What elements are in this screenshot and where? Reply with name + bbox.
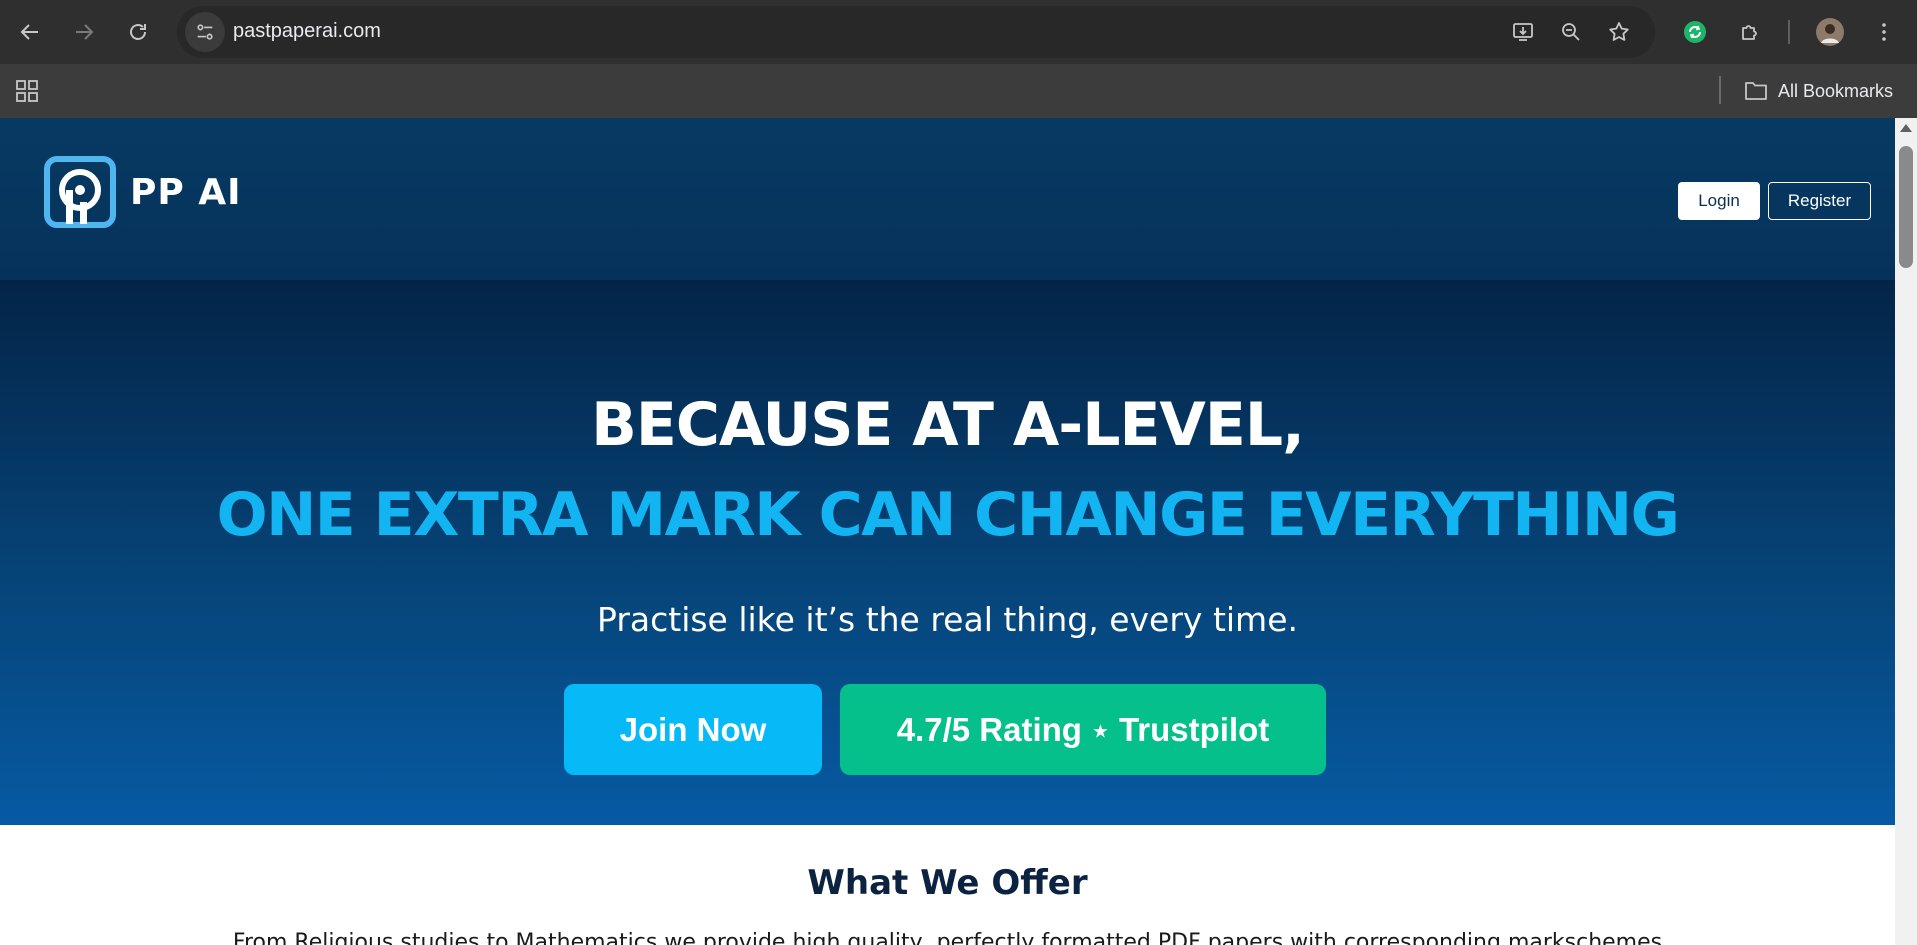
hero-headline-line2: ONE EXTRA MARK CAN CHANGE EVERYTHING bbox=[216, 480, 1680, 550]
avatar bbox=[1816, 18, 1844, 46]
bookmark-star-button[interactable] bbox=[1603, 16, 1635, 48]
header-actions: Login Register bbox=[1678, 182, 1871, 220]
page-scrollbar[interactable] bbox=[1895, 118, 1917, 945]
hero-subtitle: Practise like it’s the real thing, every… bbox=[597, 600, 1298, 639]
forward-button[interactable] bbox=[62, 10, 106, 54]
bookmarks-divider bbox=[1719, 76, 1721, 104]
rating-text: 4.7/5 Rating bbox=[896, 710, 1082, 748]
join-now-button[interactable]: Join Now bbox=[564, 684, 822, 775]
hero-headline-line1: BECAUSE AT A-LEVEL, bbox=[591, 390, 1305, 460]
address-bar[interactable]: pastpaperai.com bbox=[177, 6, 1655, 58]
register-button[interactable]: Register bbox=[1768, 182, 1871, 220]
page-viewport: PP AI Login Register BECAUSE AT A-LEVEL,… bbox=[0, 118, 1895, 945]
site-info-button[interactable] bbox=[185, 12, 225, 52]
offer-description: From Religious studies to Mathematics we… bbox=[232, 930, 1663, 945]
all-bookmarks-label: All Bookmarks bbox=[1778, 80, 1894, 101]
scroll-thumb[interactable] bbox=[1899, 146, 1913, 268]
arrow-right-icon bbox=[76, 24, 94, 40]
bookmarks-bar: All Bookmarks bbox=[0, 64, 1917, 118]
install-app-button[interactable] bbox=[1507, 16, 1539, 48]
hero-cta-group: Join Now 4.7/5 Rating ⭑ Trustpilot bbox=[564, 684, 1326, 775]
pp-logo-icon bbox=[44, 156, 116, 228]
browser-toolbar: pastpaperai.com bbox=[0, 0, 1917, 64]
zoom-button[interactable] bbox=[1555, 16, 1587, 48]
arrow-left-icon bbox=[20, 24, 38, 40]
extensions-button[interactable] bbox=[1728, 10, 1772, 54]
toolbar-divider bbox=[1788, 20, 1790, 44]
tune-icon bbox=[197, 24, 213, 40]
folder-icon bbox=[1745, 82, 1767, 100]
apps-button[interactable] bbox=[12, 76, 42, 106]
scroll-up-arrow-icon[interactable] bbox=[1900, 124, 1912, 132]
profile-button[interactable] bbox=[1808, 10, 1852, 54]
reload-button[interactable] bbox=[116, 10, 160, 54]
zoom-out-icon bbox=[1562, 23, 1580, 41]
site-header: PP AI Login Register bbox=[0, 118, 1895, 280]
trustpilot-rating-button[interactable]: 4.7/5 Rating ⭑ Trustpilot bbox=[840, 684, 1326, 775]
offer-title: What We Offer bbox=[807, 863, 1088, 903]
login-button[interactable]: Login bbox=[1678, 182, 1760, 220]
all-bookmarks-button[interactable]: All Bookmarks bbox=[1744, 74, 1893, 108]
puzzle-icon bbox=[1742, 25, 1757, 40]
hero-section: BECAUSE AT A-LEVEL, ONE EXTRA MARK CAN C… bbox=[0, 280, 1895, 825]
star-icon bbox=[1609, 22, 1629, 41]
offer-section: What We Offer From Religious studies to … bbox=[0, 825, 1895, 945]
install-app-icon bbox=[1513, 23, 1533, 41]
url-text[interactable]: pastpaperai.com bbox=[233, 20, 381, 43]
logo-text: PP AI bbox=[130, 171, 242, 213]
browser-menu-button[interactable] bbox=[1862, 10, 1906, 54]
site-logo[interactable]: PP AI bbox=[44, 156, 242, 228]
sync-extension-icon bbox=[1684, 21, 1706, 43]
browser-chrome: pastpaperai.com All Bookmarks bbox=[0, 0, 1917, 118]
back-button[interactable] bbox=[8, 10, 52, 54]
apps-grid-icon bbox=[16, 80, 38, 102]
rating-source: Trustpilot bbox=[1118, 710, 1270, 748]
rating-star-icon: ⭑ bbox=[1093, 715, 1107, 744]
sync-extension-button[interactable] bbox=[1673, 10, 1717, 54]
reload-icon bbox=[130, 24, 146, 40]
kebab-menu-icon bbox=[1882, 23, 1886, 41]
